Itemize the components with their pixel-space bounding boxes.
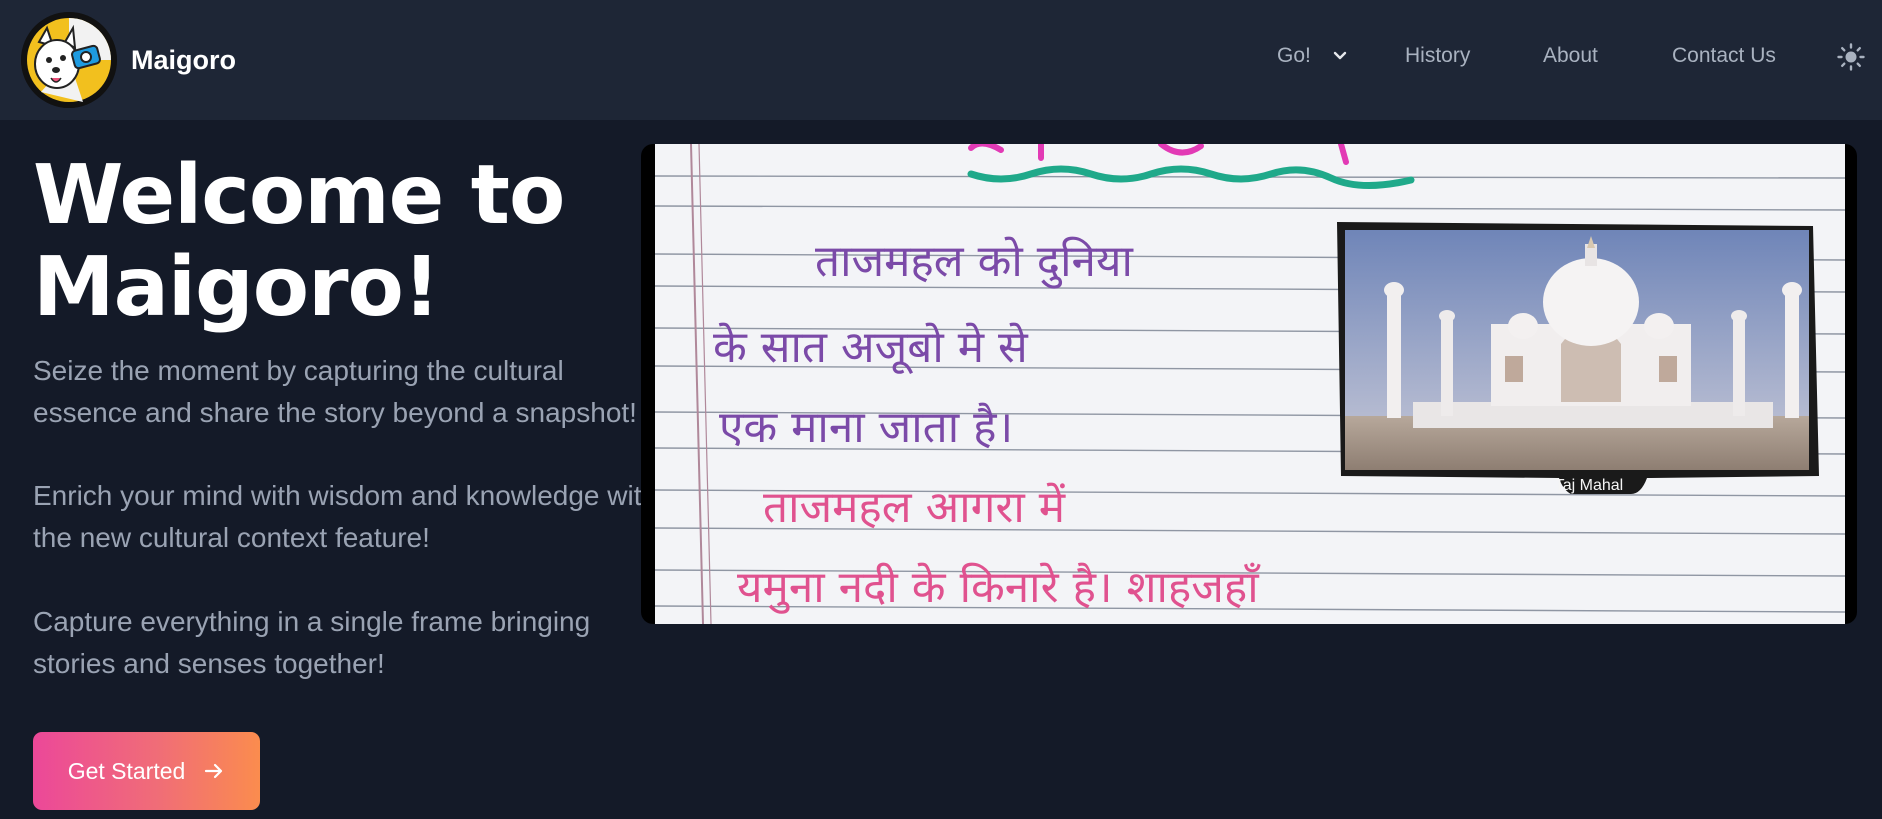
hero-title-line2: Maigoro! <box>33 240 440 335</box>
get-started-label: Get Started <box>67 757 186 784</box>
handwriting-line-5: यमुना नदी के किनारे है। शाहजहाँ <box>737 562 1261 614</box>
get-started-button[interactable]: Get Started <box>33 732 260 810</box>
handwriting-line-2: के सात अजूबो मे से <box>713 322 1029 375</box>
chevron-down-icon <box>1333 51 1347 60</box>
taj-mahal-photo: Taj Mahal <box>1337 222 1819 494</box>
handwriting-line-3: एक माना जाता है। <box>719 402 1013 453</box>
arrow-right-icon <box>205 763 223 779</box>
logo[interactable] <box>21 12 117 108</box>
nav-history-link[interactable]: History <box>1405 44 1470 68</box>
hero-title-line1: Welcome to <box>33 148 565 243</box>
nav-go-dropdown[interactable]: Go! <box>1277 44 1349 68</box>
dog-with-camera-logo-icon <box>21 12 117 108</box>
brand-name[interactable]: Maigoro <box>131 45 236 76</box>
theme-toggle-button[interactable] <box>1836 42 1866 72</box>
nav-contact-link[interactable]: Contact Us <box>1672 44 1776 68</box>
taj-mahal-caption: Taj Mahal <box>1555 477 1623 494</box>
handwriting-line-4: ताजमहल आगरा में <box>763 482 1066 533</box>
notebook-page-illustration: ताजमहल को दुनिया के सात अजूबो मे से एक म… <box>654 144 1846 624</box>
navbar: Maigoro Go! History About Contact Us <box>0 0 1882 120</box>
nav-go-label: Go! <box>1277 44 1311 67</box>
hero-paragraph-capture: Seize the moment by capturing the cultur… <box>33 355 637 428</box>
hero-paragraph-single-frame: Capture everything in a single frame bri… <box>33 606 591 679</box>
sun-icon <box>1837 43 1865 71</box>
hero-image: ताजमहल को दुनिया के सात अजूबो मे से एक म… <box>641 144 1857 624</box>
brand[interactable]: Maigoro <box>21 12 236 108</box>
nav-about-link[interactable]: About <box>1543 44 1598 68</box>
handwriting-line-1: ताजमहल को दुनिया <box>815 236 1134 289</box>
hero-title: Welcome to Maigoro! <box>33 150 633 334</box>
hero-paragraph-cultural-context: Enrich your mind with wisdom and knowled… <box>33 480 658 553</box>
